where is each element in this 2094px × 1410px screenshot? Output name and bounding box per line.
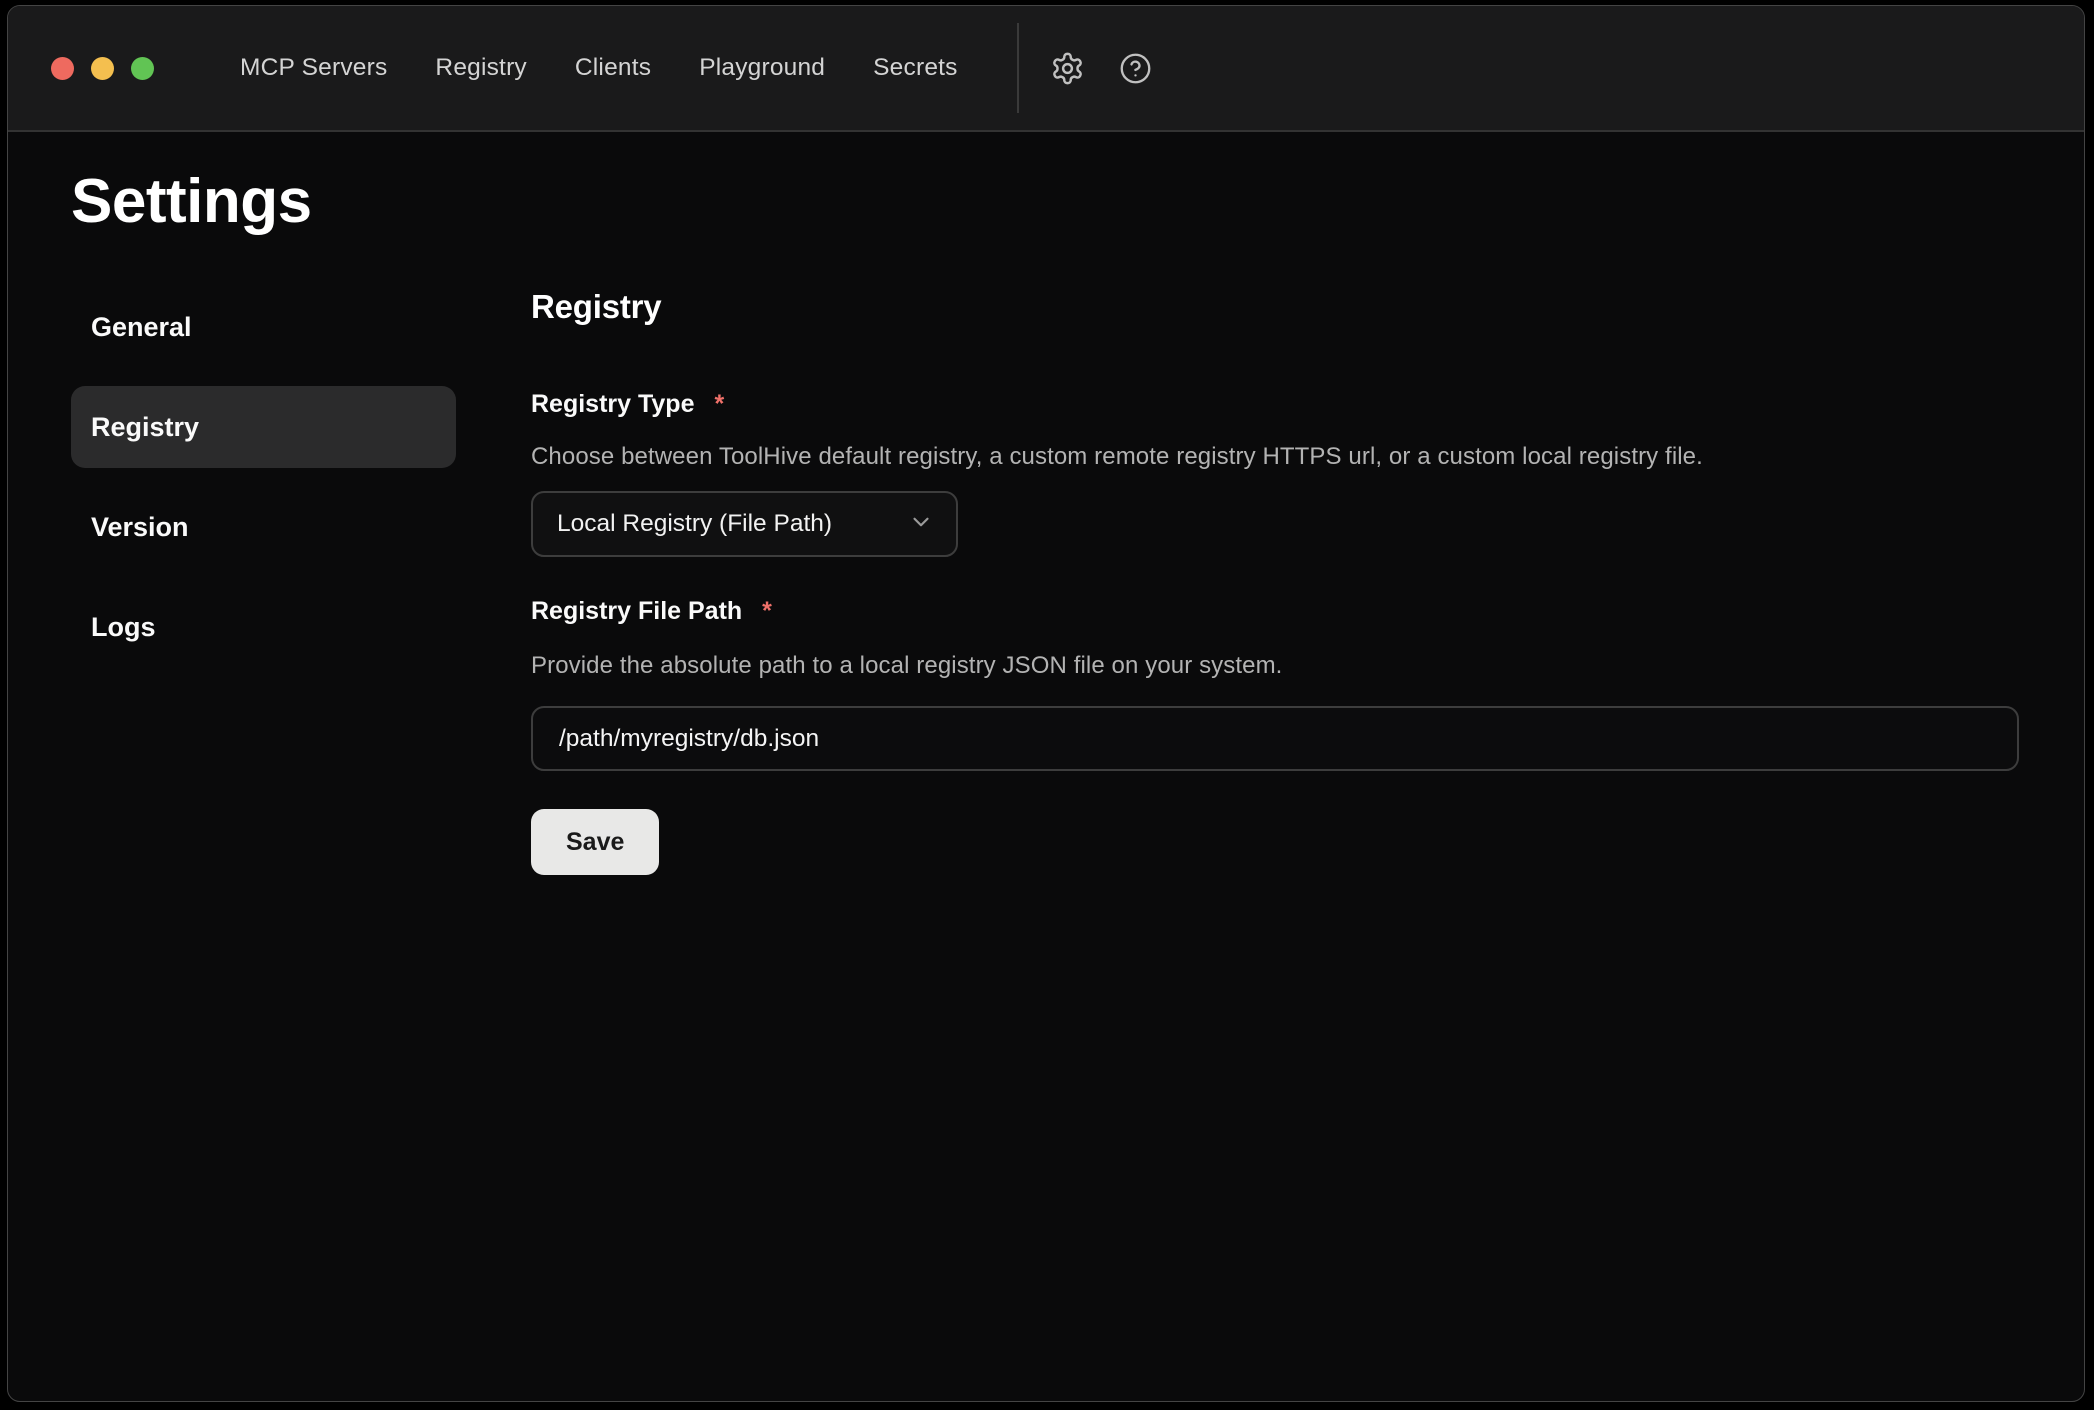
registry-type-select[interactable]: Local Registry (File Path)	[531, 491, 958, 557]
registry-type-label-row: Registry Type *	[531, 390, 2019, 419]
registry-settings-panel: Registry Registry Type * Choose between …	[531, 286, 2019, 875]
registry-file-path-input[interactable]	[531, 706, 2019, 771]
settings-page: Settings General Registry Version Logs R…	[8, 132, 2084, 875]
minimize-window-button[interactable]	[91, 57, 114, 80]
nav-item-secrets[interactable]: Secrets	[873, 54, 957, 82]
sidebar-item-general[interactable]: General	[71, 286, 456, 368]
registry-type-description: Choose between ToolHive default registry…	[531, 443, 2019, 471]
top-navigation: MCP Servers Registry Clients Playground …	[240, 54, 958, 82]
settings-content: General Registry Version Logs Registry R…	[71, 286, 2084, 875]
close-window-button[interactable]	[51, 57, 74, 80]
page-title: Settings	[71, 169, 2084, 234]
settings-button[interactable]	[1044, 45, 1091, 92]
registry-type-label: Registry Type	[531, 390, 694, 419]
nav-item-playground[interactable]: Playground	[699, 54, 825, 82]
registry-file-path-label: Registry File Path	[531, 597, 742, 626]
help-button[interactable]	[1113, 46, 1158, 91]
save-button[interactable]: Save	[531, 809, 659, 875]
topbar-divider	[1017, 23, 1019, 113]
chevron-down-icon	[908, 509, 934, 540]
sidebar-item-logs[interactable]: Logs	[71, 586, 456, 668]
section-heading: Registry	[531, 288, 2019, 326]
required-asterisk: *	[714, 390, 724, 419]
nav-item-registry[interactable]: Registry	[435, 54, 526, 82]
titlebar: MCP Servers Registry Clients Playground …	[8, 6, 2084, 132]
nav-item-clients[interactable]: Clients	[575, 54, 651, 82]
gear-icon	[1050, 51, 1085, 86]
help-icon	[1119, 52, 1152, 85]
sidebar-item-registry[interactable]: Registry	[71, 386, 456, 468]
sidebar-item-version[interactable]: Version	[71, 486, 456, 568]
registry-type-selected-value: Local Registry (File Path)	[557, 510, 832, 538]
registry-file-path-label-row: Registry File Path *	[531, 597, 2019, 626]
required-asterisk: *	[762, 597, 772, 626]
registry-file-path-field-group: Registry File Path * Provide the absolut…	[531, 597, 2019, 771]
window-controls	[51, 57, 154, 80]
registry-file-path-description: Provide the absolute path to a local reg…	[531, 652, 2019, 680]
registry-type-field-group: Registry Type * Choose between ToolHive …	[531, 390, 2019, 557]
settings-sidebar: General Registry Version Logs	[71, 286, 456, 875]
maximize-window-button[interactable]	[131, 57, 154, 80]
app-window: MCP Servers Registry Clients Playground …	[7, 5, 2085, 1402]
nav-item-mcp-servers[interactable]: MCP Servers	[240, 54, 387, 82]
